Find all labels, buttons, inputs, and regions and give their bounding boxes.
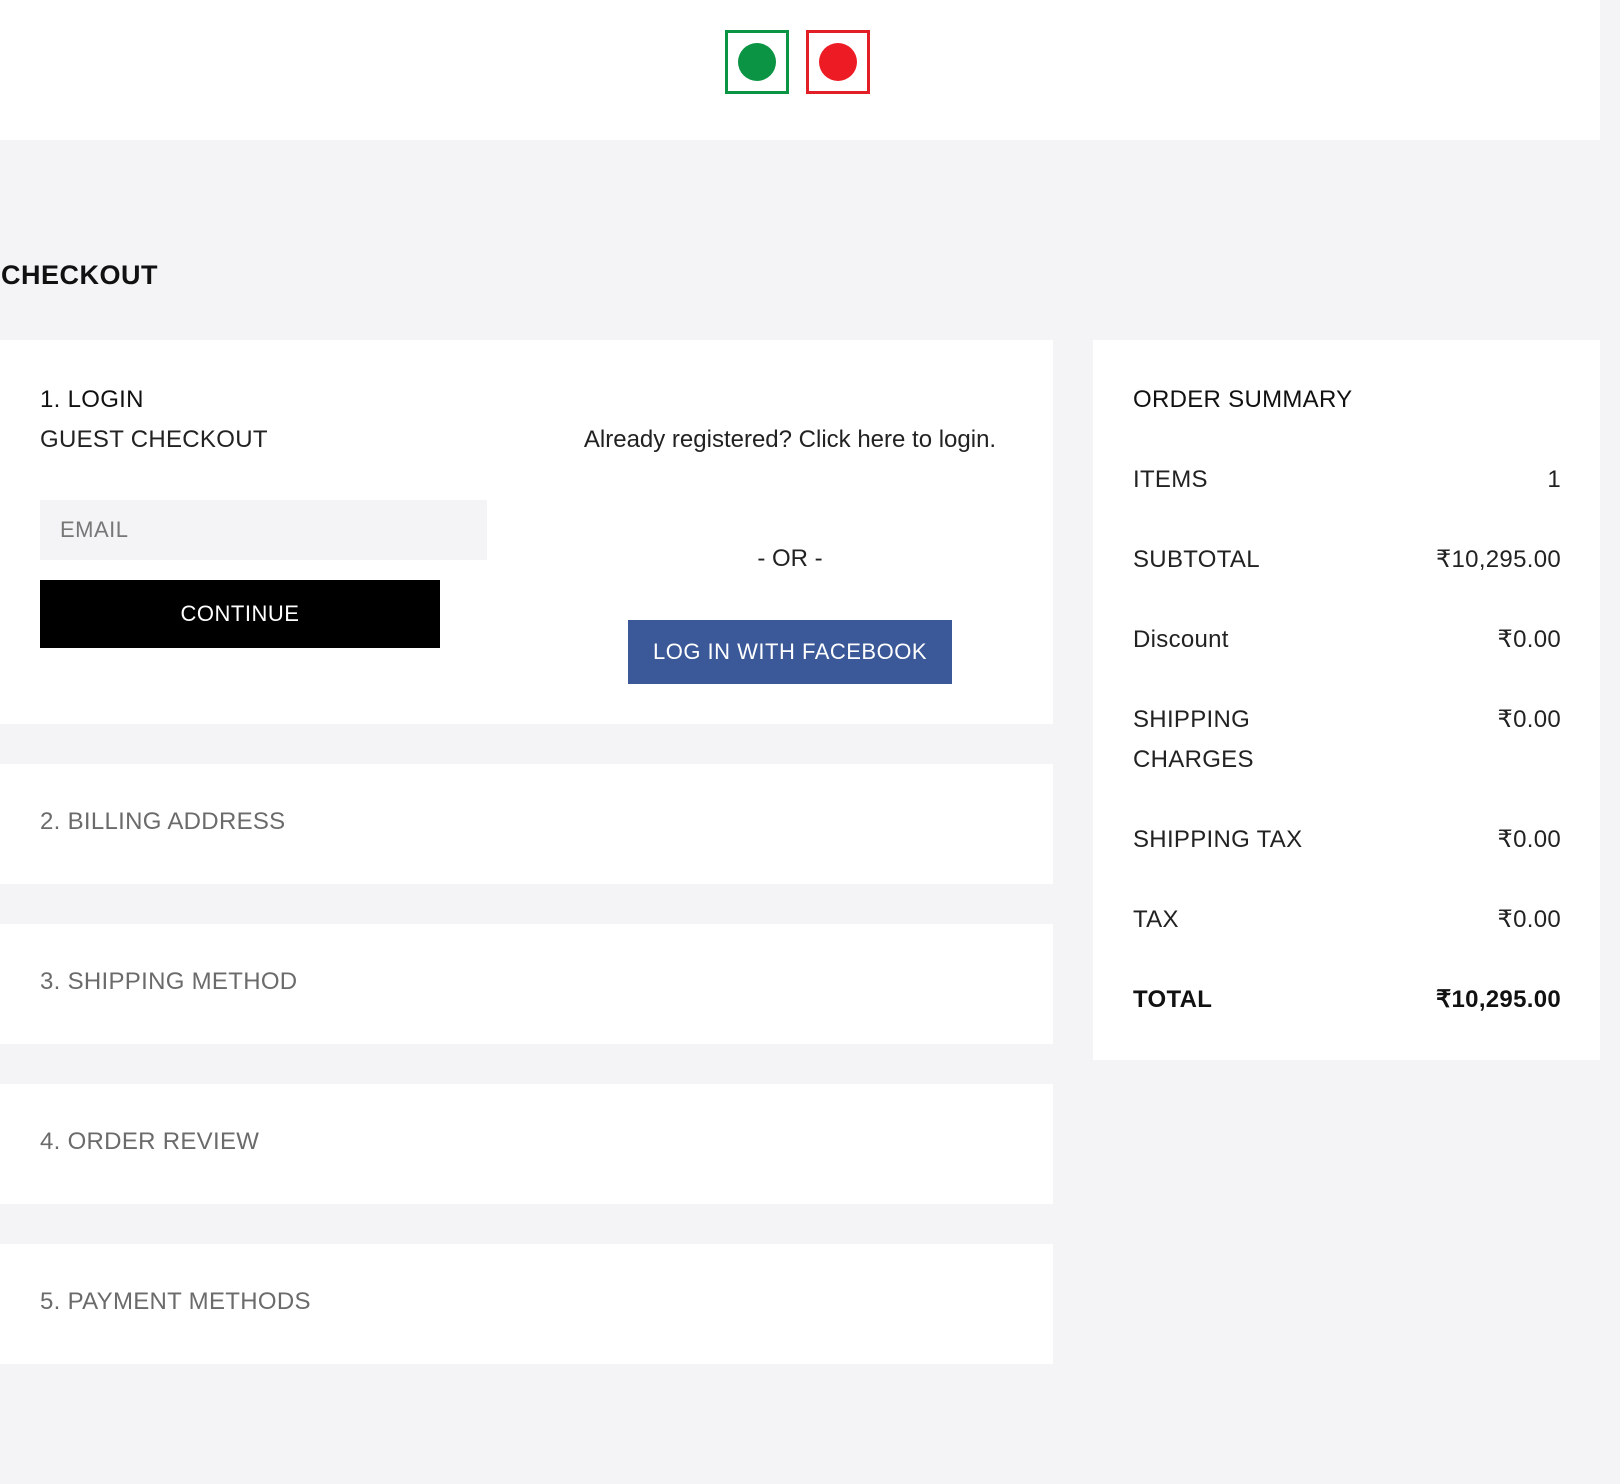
already-registered-link[interactable]: Already registered? Click here to login. [580,420,1000,460]
summary-label: Discount [1133,626,1229,653]
login-step-title: 1. LOGIN [40,386,144,413]
summary-label: SUBTOTAL [1133,546,1260,573]
summary-value: 1 [1547,466,1561,493]
summary-value: ₹0.00 [1497,826,1561,853]
veg-indicator-icon[interactable] [725,30,789,94]
order-summary-title: ORDER SUMMARY [1133,386,1353,413]
step-label: 4. ORDER REVIEW [40,1128,260,1155]
summary-label: ITEMS [1133,466,1208,493]
page-title: CHECKOUT [1,260,158,290]
summary-label: SHIPPING TAX [1133,826,1303,853]
step-order-review[interactable]: 4. ORDER REVIEW [0,1084,1053,1204]
header-bar [0,0,1600,140]
summary-value: ₹0.00 [1497,706,1561,733]
summary-value: ₹0.00 [1497,906,1561,933]
summary-value: ₹0.00 [1497,626,1561,653]
summary-value: ₹10,295.00 [1435,986,1561,1013]
facebook-login-button[interactable]: LOG IN WITH FACEBOOK [628,620,952,684]
step-label: 2. BILLING ADDRESS [40,808,286,835]
summary-label: TOTAL [1133,986,1213,1013]
continue-button[interactable]: CONTINUE [40,580,440,648]
summary-value: ₹10,295.00 [1435,546,1561,573]
order-summary-panel: ORDER SUMMARY ITEMS 1 SUBTOTAL ₹10,295.0… [1093,340,1600,1060]
step-billing-address[interactable]: 2. BILLING ADDRESS [0,764,1053,884]
green-dot-icon [738,43,776,81]
or-divider: - OR - [757,545,823,572]
step-payment-methods[interactable]: 5. PAYMENT METHODS [0,1244,1053,1364]
step-shipping-method[interactable]: 3. SHIPPING METHOD [0,924,1053,1044]
summary-label: TAX [1133,906,1179,933]
step-label: 5. PAYMENT METHODS [40,1288,311,1315]
guest-checkout-label: GUEST CHECKOUT [40,426,268,453]
non-veg-indicator-icon[interactable] [806,30,870,94]
red-dot-icon [819,43,857,81]
summary-label: SHIPPING CHARGES [1133,706,1254,773]
email-input[interactable] [40,500,487,560]
step-label: 3. SHIPPING METHOD [40,968,298,995]
